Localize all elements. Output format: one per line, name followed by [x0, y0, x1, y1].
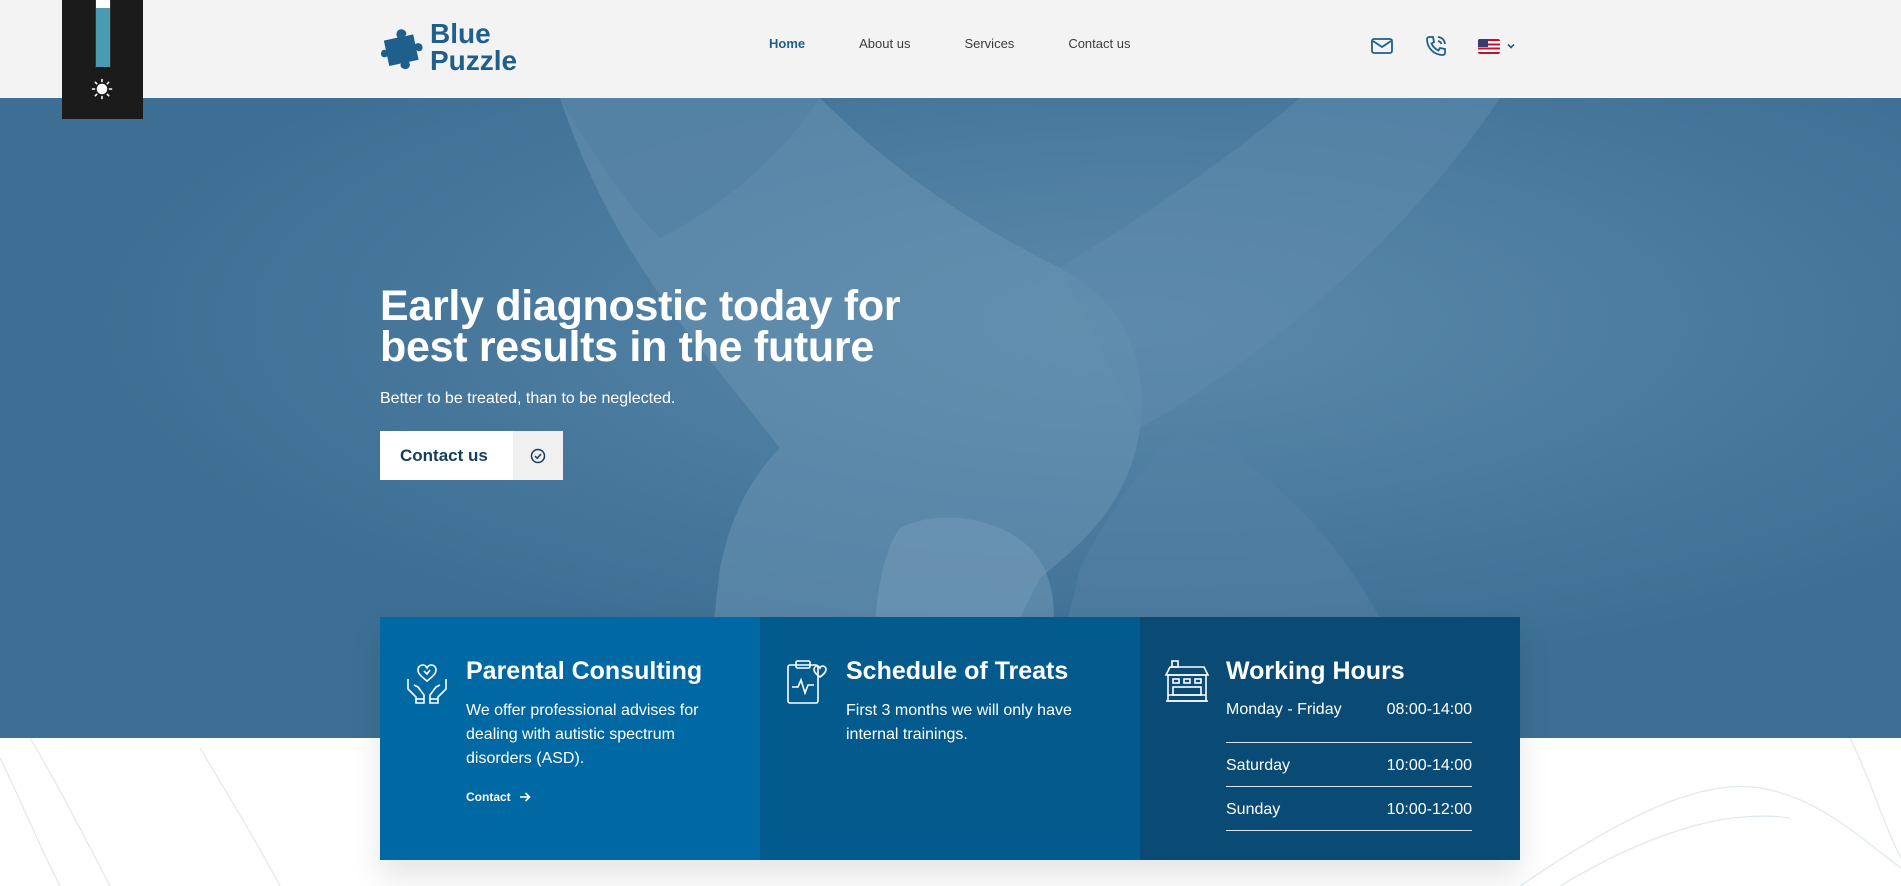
- contact-us-button[interactable]: Contact us: [380, 431, 563, 480]
- card-title: Schedule of Treats: [846, 657, 1069, 685]
- language-selector[interactable]: [1478, 38, 1516, 54]
- card-parental-consulting: Parental Consulting We offer professiona…: [380, 617, 760, 860]
- hours-time: 10:00-12:00: [1386, 801, 1472, 818]
- logo-line-1: Blue: [430, 18, 491, 49]
- hero-subtitle: Better to be treated, than to be neglect…: [380, 390, 676, 407]
- card-title: Parental Consulting: [466, 657, 703, 685]
- main-nav: Home About us Services Contact us: [769, 36, 1130, 51]
- nav-services[interactable]: Services: [964, 36, 1014, 51]
- nav-contact-us[interactable]: Contact us: [1068, 36, 1130, 51]
- clipboard-heart-icon: [787, 660, 827, 704]
- phone-icon[interactable]: [1424, 34, 1448, 58]
- puzzle-icon: [380, 29, 423, 70]
- card-schedule-of-treats: Schedule of Treats First 3 months we wil…: [760, 617, 1140, 860]
- hours-row: Monday - Friday 08:00-14:00: [1226, 699, 1472, 743]
- card-text: We offer professional advises for dealin…: [466, 702, 699, 767]
- hero-title: Early diagnostic today for best results …: [380, 282, 901, 371]
- mode-fill: [96, 8, 110, 67]
- header-actions: [1370, 34, 1516, 58]
- contact-us-label: Contact us: [400, 445, 488, 465]
- us-flag-icon: [1478, 38, 1500, 54]
- info-cards: Parental Consulting We offer professiona…: [380, 617, 1520, 860]
- hours-day: Monday - Friday: [1226, 701, 1342, 718]
- arrow-right-icon: [519, 792, 531, 802]
- logo[interactable]: Blue Puzzle: [380, 18, 518, 76]
- hours-time: 10:00-14:00: [1386, 757, 1472, 774]
- mode-indicator: [96, 0, 110, 8]
- site-header: Blue Puzzle Home About us Services Conta…: [0, 0, 1901, 98]
- nav-about-us[interactable]: About us: [859, 36, 910, 51]
- logo-text: Blue Puzzle: [430, 18, 518, 76]
- contact-link[interactable]: Contact: [466, 790, 531, 804]
- contact-link-label: Contact: [466, 790, 511, 804]
- hands-heart-icon: [407, 664, 447, 704]
- card-title: Working Hours: [1226, 657, 1405, 685]
- hours-day: Sunday: [1226, 801, 1281, 818]
- chevron-down-icon: [1507, 43, 1515, 49]
- check-circle-icon: [513, 431, 563, 480]
- dark-mode-toggle[interactable]: [62, 0, 143, 119]
- logo-line-2: Puzzle: [430, 45, 518, 76]
- hours-day: Saturday: [1226, 757, 1291, 774]
- sun-icon: [91, 78, 113, 100]
- building-icon: [1164, 660, 1210, 702]
- hours-row: Saturday 10:00-14:00: [1226, 743, 1472, 787]
- card-working-hours: Working Hours Monday - Friday 08:00-14:0…: [1140, 617, 1520, 860]
- nav-home[interactable]: Home: [769, 36, 805, 51]
- card-text: First 3 months we will only have interna…: [846, 702, 1072, 743]
- hours-row: Sunday 10:00-12:00: [1226, 787, 1472, 831]
- mail-icon[interactable]: [1370, 34, 1394, 58]
- hours-table: Monday - Friday 08:00-14:00 Saturday 10:…: [1226, 699, 1472, 831]
- hours-time: 08:00-14:00: [1386, 701, 1472, 718]
